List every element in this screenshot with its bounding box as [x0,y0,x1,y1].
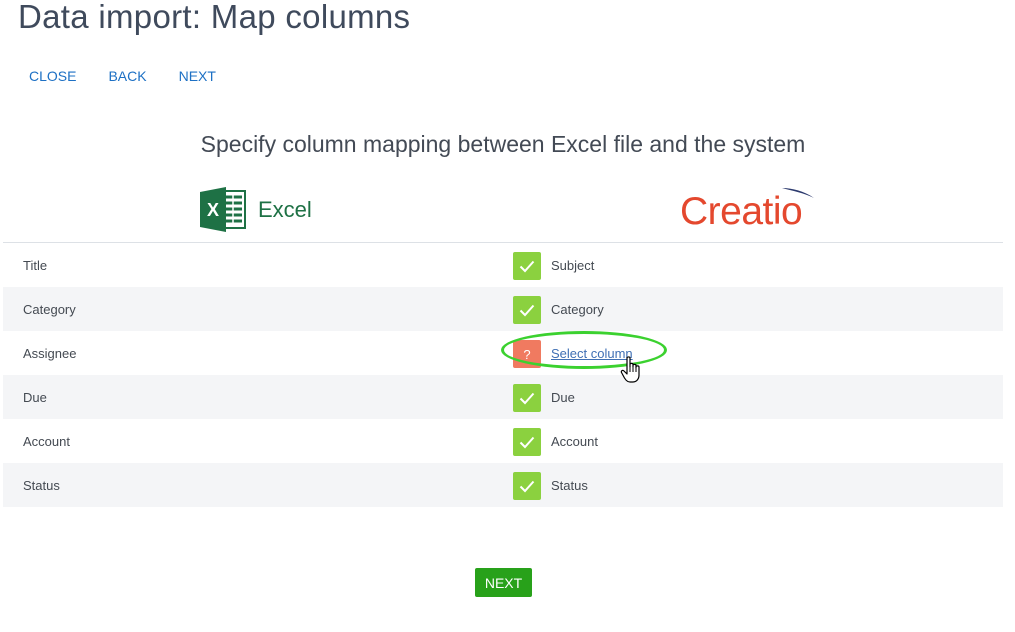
creatio-logo: Creatio [680,186,830,233]
creatio-wordmark: Creatio [680,190,803,233]
mapped-status-icon [513,384,541,412]
target-column: Due [551,389,575,405]
source-column: Category [23,301,76,317]
mapping-row-due: Due Due [3,375,1003,419]
source-column: Due [23,389,47,405]
toolbar: CLOSE BACK NEXT [29,68,248,84]
question-icon: ? [513,340,541,368]
back-button[interactable]: BACK [108,68,146,84]
source-column: Status [23,477,60,493]
mapping-row-account: Account Account [3,419,1003,463]
target-column: Category [551,301,604,317]
mapped-status-icon [513,428,541,456]
excel-icon-letter: X [207,200,219,220]
close-button[interactable]: CLOSE [29,68,76,84]
hand-cursor-icon [620,356,640,383]
next-link-button[interactable]: NEXT [179,68,216,84]
check-icon [519,480,535,492]
excel-label: Excel [258,196,312,222]
check-icon [519,436,535,448]
next-button[interactable]: NEXT [475,568,532,597]
mapping-row-title: Title Subject [3,243,1003,287]
excel-icon: X [200,187,246,232]
page-title: Data import: Map columns [18,0,411,35]
data-import-page: Data import: Map columns CLOSE BACK NEXT… [0,0,1015,632]
excel-logo: X Excel [200,187,312,232]
mapping-row-category: Category Category [3,287,1003,331]
target-column: Account [551,433,598,449]
mapping-instructions: Specify column mapping between Excel fil… [200,131,806,157]
check-icon [519,260,535,272]
target-column: Status [551,477,588,493]
check-icon [519,304,535,316]
source-column: Assignee [23,345,77,361]
target-column: Subject [551,257,595,273]
mapped-status-icon [513,472,541,500]
mapped-status-icon [513,296,541,324]
mapping-row-assignee: Assignee ? Select column [3,331,1003,375]
column-mapping-table: Title Subject Category Category Assignee… [3,242,1003,507]
mapping-row-status: Status Status [3,463,1003,507]
source-column: Title [23,257,48,273]
source-column: Account [23,433,70,449]
check-icon [519,392,535,404]
mapped-status-icon [513,252,541,280]
